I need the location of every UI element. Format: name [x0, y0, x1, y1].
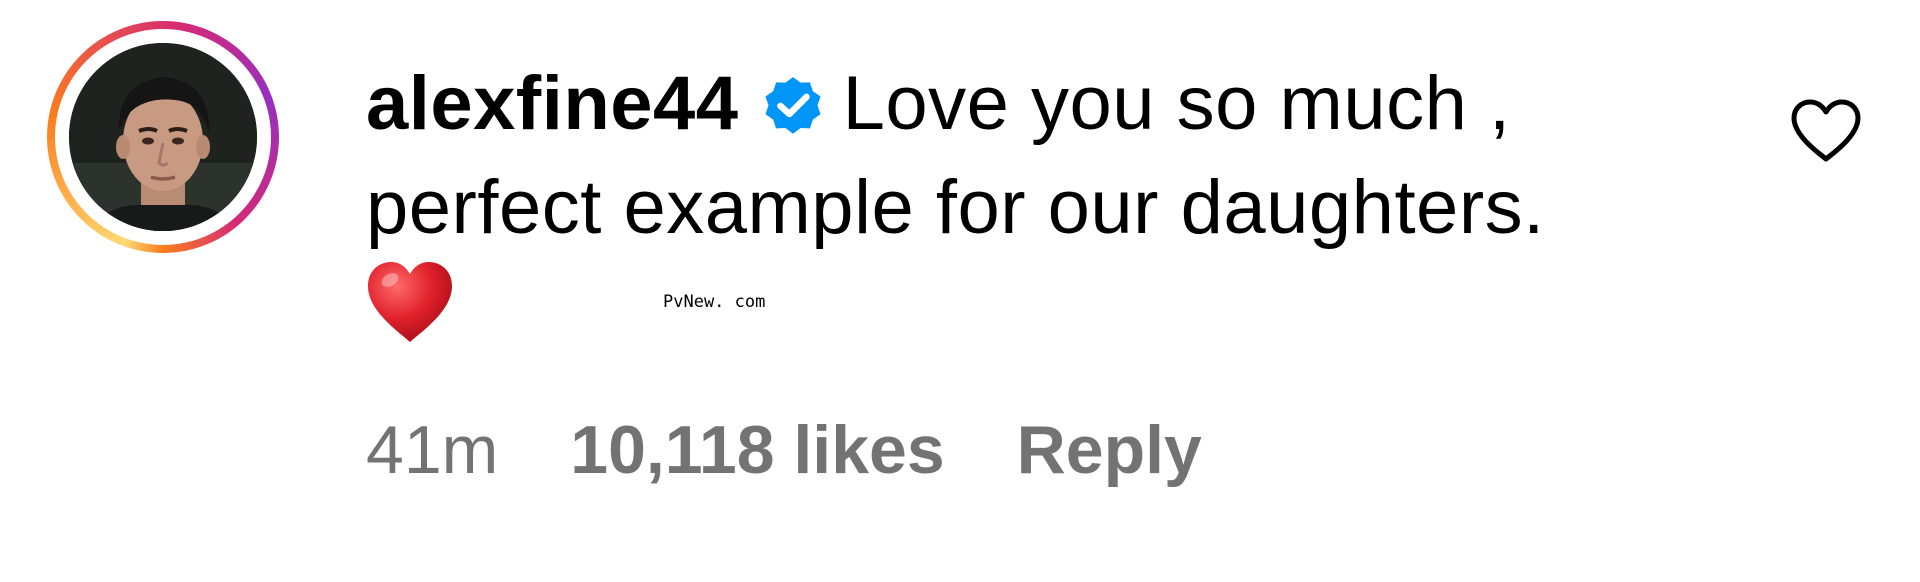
comment-timestamp: 41m — [366, 412, 499, 488]
comment-meta: 41m 10,118 likes Reply — [366, 410, 1274, 490]
avatar-photo — [69, 43, 257, 231]
comment: alexfine44 Love you so much , perfect ex… — [0, 0, 1920, 582]
red-heart-emoji-icon — [366, 260, 454, 344]
username[interactable]: alexfine44 — [366, 61, 739, 146]
reply-button[interactable]: Reply — [1017, 410, 1202, 490]
comment-body: alexfine44 Love you so much , perfect ex… — [366, 52, 1736, 344]
avatar[interactable] — [69, 43, 257, 231]
heart-outline-icon[interactable] — [1790, 98, 1862, 164]
likes-count[interactable]: 10,118 likes — [570, 410, 944, 490]
verified-badge-icon — [757, 69, 829, 141]
watermark: PvNew. com — [663, 292, 766, 312]
avatar-story-ring[interactable] — [47, 21, 279, 253]
